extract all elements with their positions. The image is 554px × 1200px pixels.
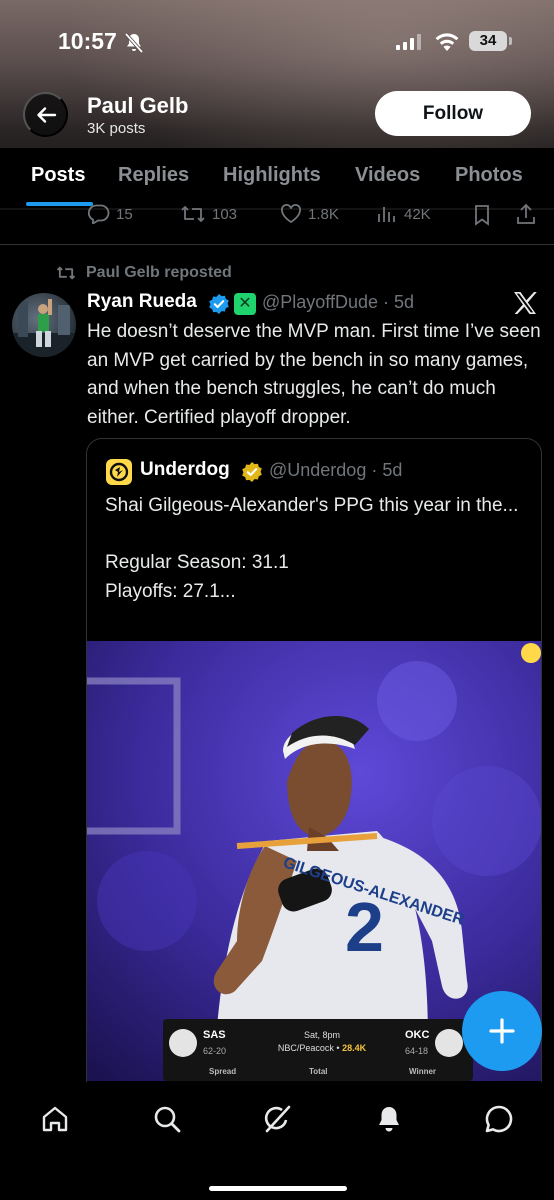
away-record: 62-20 [203, 1046, 227, 1056]
profile-name: Paul Gelb [87, 93, 189, 118]
follow-button[interactable]: Follow [375, 91, 531, 136]
tab-highlights[interactable]: Highlights [223, 164, 321, 187]
away-team-logo-icon [169, 1029, 197, 1057]
verified-badge-icon [209, 294, 229, 314]
post-divider [0, 244, 554, 245]
author-handle[interactable]: @PlayoffDude · 5d [262, 292, 414, 313]
author-avatar[interactable] [12, 293, 76, 357]
reply-icon [88, 204, 110, 224]
like-icon [281, 204, 301, 224]
tab-videos[interactable]: Videos [355, 164, 420, 187]
previous-post-actions: 15 103 1.8K 42K [0, 200, 554, 232]
notifications-icon[interactable] [374, 1104, 404, 1134]
profile-posts-count: 3K posts [87, 120, 146, 137]
repost-icon [181, 206, 205, 222]
tab-posts[interactable]: Posts [31, 164, 85, 187]
quoted-author-name[interactable]: Underdog [140, 459, 230, 481]
compose-button[interactable] [462, 991, 542, 1071]
profile-tabs: Posts Replies Highlights Videos Photos [0, 148, 554, 208]
quoted-post-text: Shai Gilgeous-Alexander's PPG this year … [105, 495, 519, 602]
underdog-logo-icon [106, 459, 132, 485]
repost-label: Paul Gelb reposted [86, 264, 232, 281]
quoted-author-handle[interactable]: @Underdog · 5d [269, 460, 402, 481]
tab-photos[interactable]: Photos [455, 164, 523, 187]
like-button[interactable]: 1.8K [280, 204, 339, 224]
home-team: OKC [405, 1029, 430, 1041]
like-count: 1.8K [308, 205, 339, 223]
search-icon[interactable] [152, 1104, 182, 1134]
game-broadcast-row: NBC/Peacock • 28.4K [277, 1043, 367, 1053]
repost-button[interactable]: 103 [180, 204, 237, 224]
compose-plus-icon [489, 1018, 515, 1044]
home-team-logo-icon [435, 1029, 463, 1057]
game-time: Sat, 8pm [303, 1030, 341, 1040]
away-team: SAS [203, 1029, 226, 1041]
game-scoreboard: SAS 62-20 Sat, 8pm NBC/Peacock • 28.4K O… [163, 1019, 473, 1081]
x-logo-icon[interactable] [511, 289, 539, 317]
battery-indicator: 34 [469, 31, 512, 51]
reply-count: 15 [116, 205, 133, 223]
game-info: Sat, 8pm NBC/Peacock • 28.4K [257, 1029, 387, 1055]
entries-count: 28.4K [342, 1043, 367, 1053]
broadcast: NBC/Peacock [277, 1043, 334, 1053]
back-arrow-icon [36, 106, 56, 123]
reply-button[interactable]: 15 [88, 204, 133, 224]
signal-icon [396, 34, 421, 50]
avatar-image [12, 299, 76, 357]
gold-verified-badge-icon [242, 462, 262, 482]
affiliate-badge-icon: ✕ [234, 293, 256, 315]
bell-off-icon [124, 32, 144, 54]
views-button[interactable]: 42K [376, 204, 431, 224]
status-time: 10:57 [58, 28, 117, 54]
grok-icon[interactable] [262, 1104, 292, 1134]
status-bar: 10:57 34 [0, 22, 554, 62]
bottom-navigation [0, 1082, 554, 1200]
tab-replies[interactable]: Replies [118, 164, 189, 187]
repost-indicator: Paul Gelb reposted [56, 264, 232, 282]
repost-icon [56, 266, 76, 280]
bookmark-icon[interactable] [472, 204, 492, 226]
winner-column: Winner [409, 1067, 437, 1076]
views-count: 42K [404, 205, 431, 223]
total-column: Total [309, 1067, 328, 1076]
back-button[interactable] [23, 92, 68, 137]
repost-count: 103 [212, 205, 238, 223]
author-name[interactable]: Ryan Rueda [87, 291, 197, 313]
share-icon[interactable] [515, 203, 537, 225]
wifi-icon [435, 33, 459, 51]
post-text: He doesn’t deserve the MVP man. First ti… [87, 321, 541, 428]
home-icon[interactable] [40, 1104, 70, 1134]
spread-column: Spread [209, 1067, 237, 1076]
messages-icon[interactable] [484, 1104, 514, 1134]
home-indicator [209, 1186, 347, 1191]
views-icon [378, 207, 395, 222]
home-record: 64-18 [405, 1046, 429, 1056]
